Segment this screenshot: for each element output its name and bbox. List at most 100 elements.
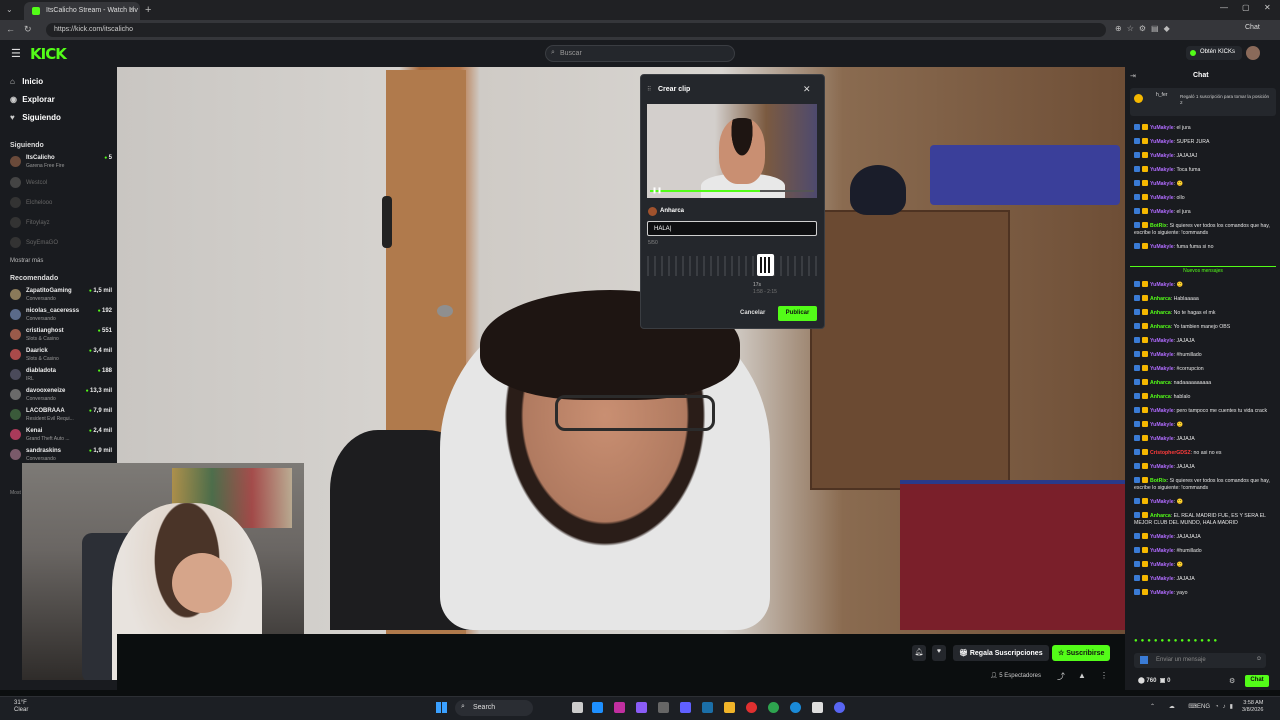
chat-username[interactable]: YuMakyle [1150,352,1174,358]
network-volume-icons[interactable]: ◔♪▮ [1215,703,1237,710]
chat-username[interactable]: Anharca [1150,310,1171,316]
extensions-icons[interactable]: ⊕☆⚙▤◆ [1115,24,1175,33]
chat-message[interactable]: YuMakyle: JAJAJAJ [1134,152,1276,160]
chat-message[interactable]: CristopherGDSZ: no asi no es [1134,449,1276,457]
following-channel[interactable]: ItsCalicho Garena Free Fire 5 [8,154,112,171]
chat-message[interactable]: YuMakyle: el jura [1134,208,1276,216]
chat-username[interactable]: CristopherGDSZ [1150,450,1191,456]
chat-username[interactable]: YuMakyle [1150,244,1174,250]
share-icon[interactable]: ⤴ [1057,671,1065,682]
app-icon[interactable] [636,702,647,713]
chat-message[interactable]: YuMakyle: #humillado [1134,547,1276,555]
chat-message[interactable]: YuMakyle: JAJAJA [1134,575,1276,583]
drag-handle-icon[interactable]: ⠿ [647,86,651,93]
chat-username[interactable]: YuMakyle [1150,499,1174,505]
recommended-channel[interactable]: cristianghostSlots & Casino551 [8,327,112,344]
chat-send-button[interactable]: Chat [1245,675,1269,687]
close-icon[interactable]: ✕ [803,84,811,95]
back-icon[interactable]: ← [6,24,15,34]
app-icon[interactable] [812,702,823,713]
chat-username[interactable]: YuMakyle [1150,181,1174,187]
chat-username[interactable]: YuMakyle [1150,576,1174,582]
chat-message[interactable]: YuMakyle: SUPER JURA [1134,138,1276,146]
kick-logo[interactable]: KICK [30,45,67,63]
weather-widget[interactable]: 31°F Clear [14,700,28,714]
reload-icon[interactable]: ↻ [24,24,32,35]
pause-icon[interactable]: ❚❚ [652,187,662,194]
more-icon[interactable]: ⋮ [1100,671,1108,680]
settings-gear-icon[interactable]: ⚙ [1229,677,1235,685]
chat-username[interactable]: YuMakyle [1150,436,1174,442]
subscribe-button[interactable]: ☆ Suscribirse [1052,645,1111,661]
chat-username[interactable]: Anharca [1150,513,1171,519]
chat-username[interactable]: Anharca [1150,324,1171,330]
chat-username[interactable]: YuMakyle [1150,366,1174,372]
chat-message[interactable]: YuMakyle: pero tampoco me cuentes tu vid… [1134,407,1276,415]
chat-message[interactable]: YuMakyle: 🙂 [1134,561,1276,569]
chat-message[interactable]: YuMakyle: Toca fuma [1134,166,1276,174]
chat-message[interactable]: YuMakyle: yayo [1134,589,1276,597]
chat-message[interactable]: Anharca: Yo tambien manejo OBS [1134,323,1276,331]
chrome-icon[interactable] [768,702,779,713]
following-channel[interactable]: Fitoylayz [8,215,112,232]
tab-close-icon[interactable]: ✕ [128,5,135,14]
emote-bar[interactable]: ●●●●●●●●●●●●● [1134,638,1274,646]
taskbar-clock[interactable]: 3:58 AM 3/8/2026 [1242,700,1263,714]
chat-message[interactable]: BotRix: Si quieres ver todos los comando… [1134,477,1276,492]
chat-message[interactable]: YuMakyle: fuma fuma si no [1134,243,1276,251]
close-window-icon[interactable]: ✕ [1264,3,1271,12]
steam-icon[interactable] [702,702,713,713]
bell-icon[interactable]: 🔔︎ [912,645,926,661]
chat-username[interactable]: BotRix [1150,478,1167,484]
collapse-chat-icon[interactable]: ⇥ [1130,72,1136,80]
minimize-icon[interactable]: — [1220,3,1228,12]
recommended-channel[interactable]: LACOBRAAAResident Evil Requi...7,9 mil [8,407,112,424]
chat-message[interactable]: YuMakyle: el jura [1134,124,1276,132]
chat-username[interactable]: YuMakyle [1150,534,1174,540]
recommended-channel[interactable]: davooxeneizeConversando13,3 mil [8,387,112,404]
channel-points[interactable]: ⬤ 760 ▣ 0 [1138,677,1170,684]
menu-icon[interactable]: ☰ [11,47,21,60]
alert-icon[interactable]: ▲ [1078,671,1086,680]
chat-username[interactable]: YuMakyle [1150,422,1174,428]
chat-message[interactable]: YuMakyle: 🙂 [1134,281,1276,289]
chat-input[interactable]: Enviar un mensaje ☺ [1134,653,1266,668]
clip-timeline[interactable] [647,256,817,276]
chat-message[interactable]: YuMakyle: #corrupcion [1134,365,1276,373]
chat-message[interactable]: YuMakyle: 🙂 [1134,498,1276,506]
chat-username[interactable]: YuMakyle [1150,408,1174,414]
chat-message[interactable]: Anharca: Hablaaaaa [1134,295,1276,303]
show-more-link[interactable]: Mostrar más [10,258,43,264]
recommended-channel[interactable]: DaarickSlots & Casino3,4 mil [8,347,112,364]
file-explorer-icon[interactable] [724,702,735,713]
task-view-icon[interactable] [572,702,583,713]
chat-message[interactable]: YuMakyle: JAJAJA [1134,463,1276,471]
chat-message[interactable]: BotRix: Si quieres ver todos los comando… [1134,222,1276,237]
chat-username[interactable]: Anharca [1150,380,1171,386]
recommended-channel[interactable]: diabladotaIRL188 [8,367,112,384]
discord-icon[interactable] [834,702,845,713]
browser-tab[interactable]: ItsCalicho Stream - Watch Liv ✕ [24,2,140,20]
chat-username[interactable]: YuMakyle [1150,562,1174,568]
chat-username[interactable]: YuMakyle [1150,464,1174,470]
pinned-gift-banner[interactable]: h_fer Regaló 1 suscripción para tomar la… [1130,88,1276,116]
sidebar-item-following[interactable]: ♥ Siguiendo [10,113,61,122]
system-tray[interactable]: ⌃ ☁ ⌨ [1150,703,1203,710]
recommended-channel[interactable]: nicolas_caceresssConversando192 [8,307,112,324]
chat-message[interactable]: Anharca: hablalo [1134,393,1276,401]
app-icon[interactable] [680,702,691,713]
windows-start-icon[interactable] [436,702,447,713]
gift-subs-button[interactable]: 🎁︎ Regala Suscripciones [953,645,1049,661]
browser-chat-button[interactable]: Chat [1245,24,1260,31]
chat-message[interactable]: YuMakyle: ollo [1134,194,1276,202]
chat-message[interactable]: Anharca: nadaaaaaaaaaa [1134,379,1276,387]
sidebar-item-home[interactable]: ⌂ Inicio [10,77,43,86]
chat-username[interactable]: BotRix [1150,223,1167,229]
chat-message[interactable]: YuMakyle: JAJAJA [1134,337,1276,345]
edge-icon[interactable] [790,702,801,713]
user-avatar[interactable] [1246,46,1260,60]
chat-username[interactable]: YuMakyle [1150,125,1174,131]
follow-heart-icon[interactable]: ♥ [932,645,946,661]
following-channel[interactable]: SoyEmaGO [8,235,112,252]
following-channel[interactable]: Elchelooo [8,195,112,212]
